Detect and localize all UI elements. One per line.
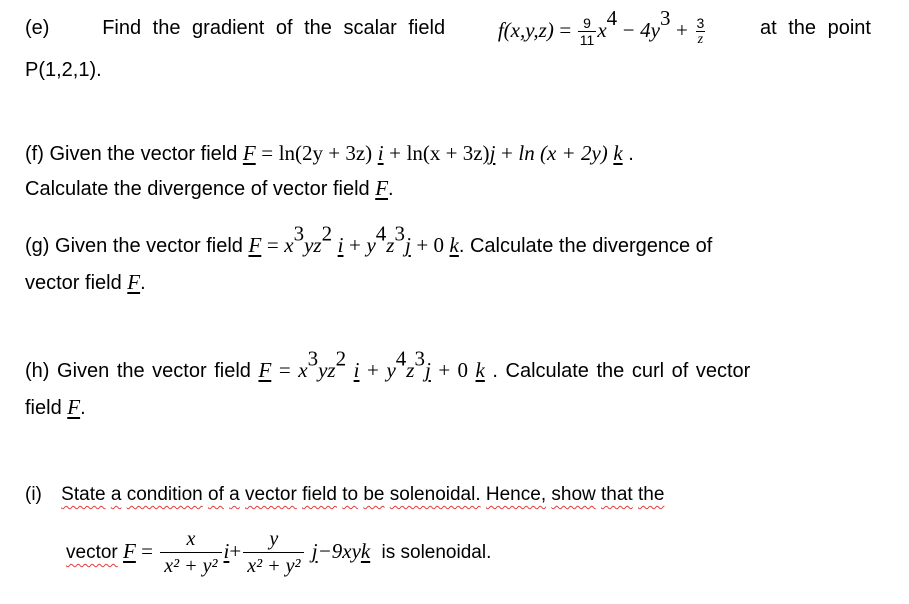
spellcheck-word: to [342, 484, 359, 505]
vector-F: F [375, 176, 389, 200]
question-e-point: P(1,2,1). [25, 59, 102, 81]
question-h-label: (h) [25, 360, 50, 382]
question-e-text2: at the point [760, 17, 871, 39]
unit-vector-i: i [337, 233, 344, 257]
question-i-line1: (i) State a condition of a vector field … [25, 483, 664, 507]
spellcheck-word: condition [126, 484, 203, 505]
question-i-line2: vector F = x x² + y² i+ y x² + y² j−9xyk is … [66, 528, 492, 578]
spellcheck-word: of [208, 484, 224, 505]
question-e-formula: f(x,y,z) = 9 11 x4 − 4y3 + 3z [497, 6, 706, 48]
vector-F: F [258, 358, 272, 382]
fraction-9-11: 9 11 [577, 15, 597, 48]
unit-vector-k: k [360, 539, 371, 563]
question-g-label: (g) [25, 235, 50, 257]
unit-vector-i: i [377, 141, 384, 165]
unit-vector-k: k [449, 233, 459, 257]
function-name: f(x,y,z) [497, 17, 554, 42]
vector-F: F [67, 395, 81, 419]
unit-vector-i: i [353, 358, 360, 382]
unit-vector-j: j [489, 141, 496, 165]
unit-vector-j: j [404, 233, 411, 257]
question-g-line2: vector field F. [25, 270, 146, 294]
question-e-line1: (e) Find the gradient of the scalar fiel… [25, 6, 871, 48]
vector-F: F [242, 141, 256, 165]
question-f-line2: Calculate the divergence of vector field… [25, 176, 394, 200]
unit-vector-k: k [613, 141, 623, 165]
unit-vector-k: k [475, 358, 485, 382]
spellcheck-word: Hence, [485, 484, 547, 505]
question-i-label: (i) [25, 484, 42, 505]
question-h-line1: (h) Given the vector field F = x3yz2 i +… [25, 346, 751, 382]
question-f-line1: (f) Given the vector field F = ln(2y + 3… [25, 141, 634, 165]
vector-F: F [248, 233, 262, 257]
spellcheck-word: solenoidal. [389, 484, 481, 505]
spellcheck-word: that [601, 484, 633, 505]
spellcheck-word: show [551, 484, 596, 505]
spellcheck-word: field [302, 484, 337, 505]
fraction-x-over-x2-plus-y2: x x² + y² [160, 529, 222, 576]
spellcheck-word: be [363, 484, 385, 505]
question-g-line1: (g) Given the vector field F = x3yz2 i +… [25, 221, 713, 257]
question-e-label: (e) [25, 17, 50, 39]
spellcheck-word: State [61, 484, 106, 505]
question-e-text: Find the gradient of the scalar field [102, 17, 446, 39]
question-h-line2: field F. [25, 395, 86, 419]
question-f-text: Given the vector field [49, 143, 238, 165]
vector-F: F [123, 539, 136, 563]
vector-F: F [127, 270, 141, 294]
spellcheck-word: the [638, 484, 665, 505]
fraction-3-z: 3z [695, 15, 706, 47]
spellcheck-word: a [110, 484, 122, 505]
unit-vector-j: j [424, 358, 431, 382]
spellcheck-word: a [229, 484, 240, 505]
spellcheck-word: vector [66, 542, 118, 563]
fraction-y-over-x2-plus-y2: y x² + y² [243, 529, 305, 576]
spellcheck-word: vector [245, 484, 297, 505]
question-f-label: (f) [25, 143, 44, 165]
